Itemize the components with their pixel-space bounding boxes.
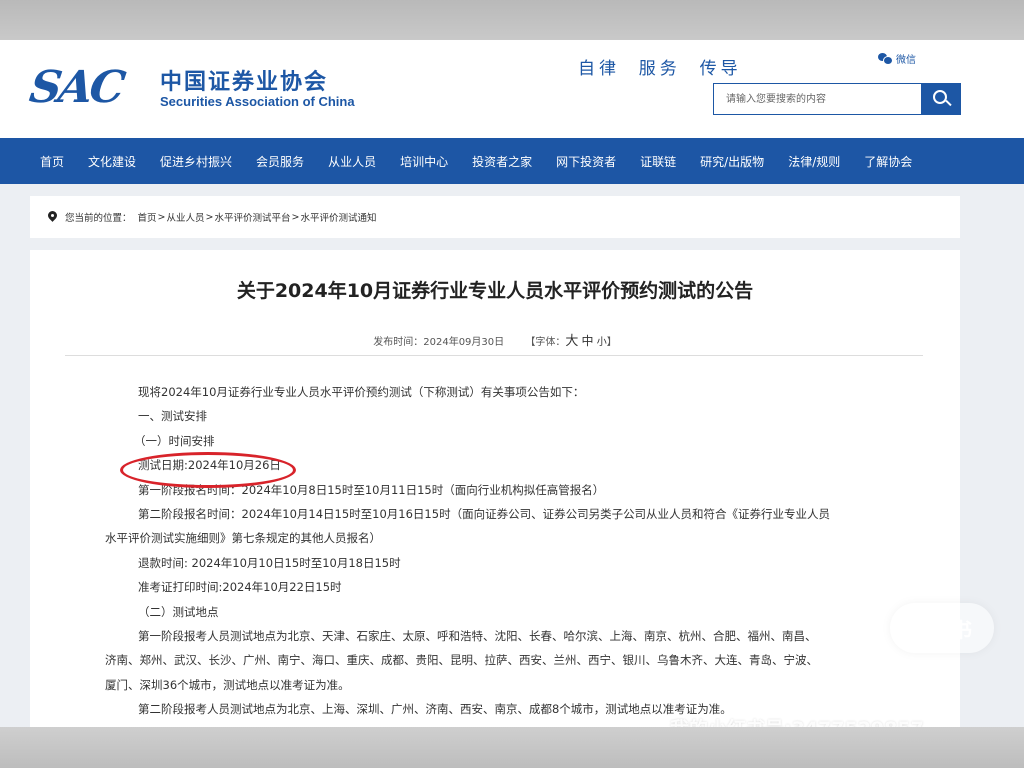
heading-test-location: （二）测试地点 xyxy=(138,604,219,619)
paragraph-phase1-locations: 第一阶段报考人员测试地点为北京、天津、石家庄、太原、呼和浩特、沈阳、长春、哈尔滨… xyxy=(138,629,817,644)
wechat-icon xyxy=(878,53,893,65)
logo-chinese-name: 中国证券业协会 xyxy=(160,69,329,95)
sac-logo[interactable]: SAC 中国证券业协会 Securities Association of Ch… xyxy=(26,62,390,118)
xiaohongshu-watermark-text: 我的小红书号:3477529857 xyxy=(670,714,924,727)
breadcrumb-practitioners[interactable]: 从业人员 xyxy=(167,210,205,224)
search-input[interactable] xyxy=(713,83,921,115)
font-size-large-button[interactable]: 大 xyxy=(565,334,578,349)
main-nav: 首页 文化建设 促进乡村振兴 会员服务 从业人员 培训中心 投资者之家 网下投资… xyxy=(0,138,1024,184)
site-header: SAC 中国证券业协会 Securities Association of Ch… xyxy=(0,40,1024,138)
breadcrumb-separator: > xyxy=(205,211,214,223)
nav-investors-home[interactable]: 投资者之家 xyxy=(472,153,532,170)
search-icon xyxy=(933,90,947,104)
nav-offline-investors[interactable]: 网下投资者 xyxy=(556,153,616,170)
search-button[interactable] xyxy=(921,83,961,115)
font-size-label-open: 【字体： xyxy=(525,337,566,348)
publish-date: 发布时间：2024年09月30日 xyxy=(373,337,505,348)
logo-sac-mark: SAC xyxy=(26,62,126,113)
breadcrumb-home[interactable]: 首页 xyxy=(138,210,157,224)
nav-practitioners[interactable]: 从业人员 xyxy=(328,153,376,170)
nav-training-center[interactable]: 培训中心 xyxy=(400,153,448,170)
article-title: 关于2024年10月证券行业专业人员水平评价预约测试的公告 xyxy=(236,280,754,302)
nav-research-publications[interactable]: 研究/出版物 xyxy=(700,153,764,170)
wechat-link[interactable]: 微信 xyxy=(878,51,916,66)
breadcrumb-prefix: 您当前的位置： xyxy=(65,213,132,224)
logo-english-name: Securities Association of China xyxy=(160,94,355,109)
breadcrumb-separator: > xyxy=(157,211,166,223)
article-meta: 发布时间：2024年09月30日 【字体：大 中 小】 xyxy=(30,330,960,349)
nav-home[interactable]: 首页 xyxy=(40,153,64,170)
nav-rural-revitalization[interactable]: 促进乡村振兴 xyxy=(160,153,232,170)
paragraph-phase1-registration: 第一阶段报名时间：2024年10月8日15时至10月11日15时（面向行业机构拟… xyxy=(138,482,605,497)
font-size-label-close: 】 xyxy=(606,337,617,348)
nav-culture[interactable]: 文化建设 xyxy=(88,153,136,170)
nav-about[interactable]: 了解协会 xyxy=(864,153,912,170)
top-letterbox xyxy=(0,0,1024,40)
paragraph-test-date: 测试日期:2024年10月26日 xyxy=(138,458,281,473)
nav-member-services[interactable]: 会员服务 xyxy=(256,153,304,170)
paragraph-phase1-locations-cont: 济南、郑州、武汉、长沙、广州、南宁、海口、重庆、成都、贵阳、昆明、拉萨、西安、兰… xyxy=(105,653,818,668)
nav-law-rules[interactable]: 法律/规则 xyxy=(788,153,840,170)
wechat-label: 微信 xyxy=(896,55,916,66)
paragraph-phase2-registration-cont: 水平评价测试实施细则》第七条规定的其他人员报名） xyxy=(105,531,381,546)
heading-time-arrangement: （一）时间安排 xyxy=(134,433,215,448)
search-icon-handle xyxy=(945,99,952,107)
breadcrumb-separator: > xyxy=(291,211,300,223)
paragraph-admission-print-time: 准考证打印时间:2024年10月22日15时 xyxy=(138,580,342,595)
paragraph-intro: 现将2024年10月证券行业专业人员水平评价预约测试（下称测试）有关事项公告如下… xyxy=(138,385,585,399)
location-pin-icon xyxy=(48,211,57,223)
webpage: SAC 中国证券业协会 Securities Association of Ch… xyxy=(0,40,1024,727)
title-divider xyxy=(65,355,923,356)
paragraph-phase1-locations-end: 厦门、深圳36个城市，测试地点以准考证为准。 xyxy=(105,677,350,692)
site-slogan: 自律 服务 传导 xyxy=(578,59,742,79)
heading-test-arrangement: 一、测试安排 xyxy=(138,409,207,424)
article: 关于2024年10月证券行业专业人员水平评价预约测试的公告 发布时间：2024年… xyxy=(30,250,960,727)
paragraph-phase2-registration: 第二阶段报名时间：2024年10月14日15时至10月16日15时（面向证券公司… xyxy=(138,507,831,522)
font-size-small-button[interactable]: 小 xyxy=(597,337,607,348)
article-body: 现将2024年10月证券行业专业人员水平评价预约测试（下称测试）有关事项公告如下… xyxy=(105,380,895,722)
font-size-medium-button[interactable]: 中 xyxy=(582,334,594,348)
xiaohongshu-watermark-badge: 小红书 xyxy=(890,603,994,653)
bottom-letterbox xyxy=(0,727,1024,768)
breadcrumb-test-notice[interactable]: 水平评价测试通知 xyxy=(300,210,376,224)
breadcrumb: 您当前的位置： 首页 > 从业人员 > 水平评价测试平台 > 水平评价测试通知 xyxy=(30,196,960,238)
search-box xyxy=(713,83,961,115)
paragraph-refund-time: 退款时间: 2024年10月10日15时至10月18日15时 xyxy=(138,555,401,570)
breadcrumb-test-platform[interactable]: 水平评价测试平台 xyxy=(214,210,290,224)
nav-zhenglian-chain[interactable]: 证联链 xyxy=(640,153,676,170)
